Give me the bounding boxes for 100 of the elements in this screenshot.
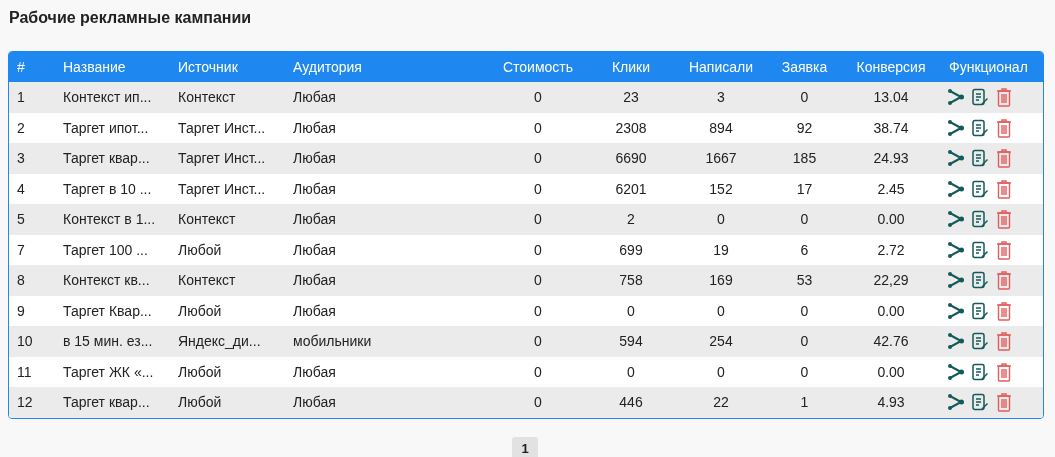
table-cell: 0 — [800, 211, 809, 228]
table-cell: 0 — [800, 333, 809, 350]
table-cell: Любая — [293, 272, 336, 289]
table-cell: 2.72 — [877, 241, 905, 258]
table-cell: 13.04 — [873, 89, 909, 106]
table-cell: 2 — [627, 211, 635, 228]
edit-document-icon[interactable] — [971, 271, 989, 290]
table-cell: 38.74 — [873, 119, 909, 136]
share-icon[interactable] — [947, 393, 965, 412]
delete-icon[interactable] — [995, 209, 1013, 230]
share-icon[interactable] — [947, 362, 965, 381]
table-cell: 594 — [619, 333, 643, 350]
delete-icon[interactable] — [995, 117, 1013, 138]
column-header: Стоимость — [502, 59, 574, 75]
edit-document-icon[interactable] — [971, 210, 989, 229]
delete-icon[interactable] — [995, 87, 1013, 108]
table-cell: 0 — [534, 333, 542, 350]
delete-icon[interactable] — [995, 178, 1013, 199]
edit-document-icon[interactable] — [971, 301, 989, 320]
table-cell: Таргет квар... — [63, 150, 150, 167]
table-cell: Контекст — [178, 89, 236, 106]
table-cell: Любая — [293, 211, 336, 228]
table-cell: Контекст — [178, 272, 236, 289]
table-cell: 53 — [796, 272, 813, 289]
table-cell: 22,29 — [873, 272, 909, 289]
table-cell: 3 — [717, 89, 725, 106]
share-icon[interactable] — [947, 332, 965, 351]
share-icon[interactable] — [947, 149, 965, 168]
table-cell: 169 — [709, 272, 733, 289]
share-icon[interactable] — [947, 179, 965, 198]
table-cell: 4.93 — [877, 394, 905, 411]
table-cell: 1 — [17, 89, 25, 106]
share-icon[interactable] — [947, 301, 965, 320]
table-cell: Таргет ипот... — [63, 119, 149, 136]
table-cell: Таргет Инст... — [178, 150, 266, 167]
table-cell: 0 — [534, 150, 542, 167]
page-title: Рабочие рекламные кампании — [9, 8, 253, 28]
table-cell: 17 — [796, 180, 813, 197]
column-header: # — [17, 59, 25, 75]
edit-document-icon[interactable] — [971, 118, 989, 137]
delete-icon[interactable] — [995, 270, 1013, 291]
column-header: Написали — [688, 59, 754, 75]
table-cell: 92 — [796, 119, 813, 136]
column-header: Название — [63, 59, 126, 75]
table-cell: 8 — [17, 272, 25, 289]
table-cell: 0 — [534, 180, 542, 197]
table-cell: Контекст в 1... — [63, 211, 156, 228]
table-cell: 0.00 — [877, 302, 905, 319]
edit-document-icon[interactable] — [971, 88, 989, 107]
table-cell: 1 — [800, 394, 809, 411]
table-cell: 4 — [17, 180, 25, 197]
page-button[interactable]: 1 — [512, 436, 538, 457]
share-icon[interactable] — [947, 240, 965, 259]
table-cell: 0.00 — [877, 363, 905, 380]
edit-document-icon[interactable] — [971, 362, 989, 381]
table-cell: 23 — [623, 89, 639, 106]
share-icon[interactable] — [947, 88, 965, 107]
table-cell: мобильники — [293, 333, 372, 350]
table-cell: 42.76 — [873, 333, 909, 350]
table-cell: в 15 мин. ез... — [63, 333, 153, 350]
table-cell: 0 — [717, 302, 725, 319]
table-cell: 0 — [800, 89, 809, 106]
share-icon[interactable] — [947, 118, 965, 137]
table-cell: Любая — [293, 394, 336, 411]
table-cell: Таргет Квар... — [63, 302, 152, 319]
delete-icon[interactable] — [995, 361, 1013, 382]
share-icon[interactable] — [947, 210, 965, 229]
delete-icon[interactable] — [995, 148, 1013, 169]
table-cell: Любой — [178, 241, 222, 258]
edit-document-icon[interactable] — [971, 332, 989, 351]
table-cell: 6 — [800, 241, 809, 258]
column-header: Функционал — [949, 59, 1028, 75]
edit-document-icon[interactable] — [971, 149, 989, 168]
delete-icon[interactable] — [995, 392, 1013, 413]
table-cell: Любая — [293, 89, 336, 106]
table-cell: 152 — [709, 180, 733, 197]
edit-document-icon[interactable] — [971, 393, 989, 412]
table-cell: Любой — [178, 363, 222, 380]
table-cell: 0 — [627, 363, 635, 380]
edit-document-icon[interactable] — [971, 179, 989, 198]
table-cell: Яндекс_ди... — [178, 333, 261, 350]
table-cell: 0 — [534, 363, 542, 380]
delete-icon[interactable] — [995, 300, 1013, 321]
edit-document-icon[interactable] — [971, 240, 989, 259]
share-icon[interactable] — [947, 271, 965, 290]
delete-icon[interactable] — [995, 331, 1013, 352]
table-cell: 0 — [534, 241, 542, 258]
table-cell: Таргет в 10 ... — [63, 180, 152, 197]
delete-icon[interactable] — [995, 239, 1013, 260]
table-cell: Любая — [293, 150, 336, 167]
table-cell: 2 — [17, 119, 25, 136]
table-cell: 0 — [717, 211, 725, 228]
table-cell: 0 — [534, 394, 542, 411]
table-cell: 2308 — [615, 119, 647, 136]
table-cell: 12 — [17, 394, 33, 411]
table-cell: Любой — [178, 302, 222, 319]
table-cell: 24.93 — [873, 150, 909, 167]
column-header: Источник — [178, 59, 238, 75]
table-cell: Таргет квар... — [63, 394, 150, 411]
table-cell: 3 — [17, 150, 25, 167]
